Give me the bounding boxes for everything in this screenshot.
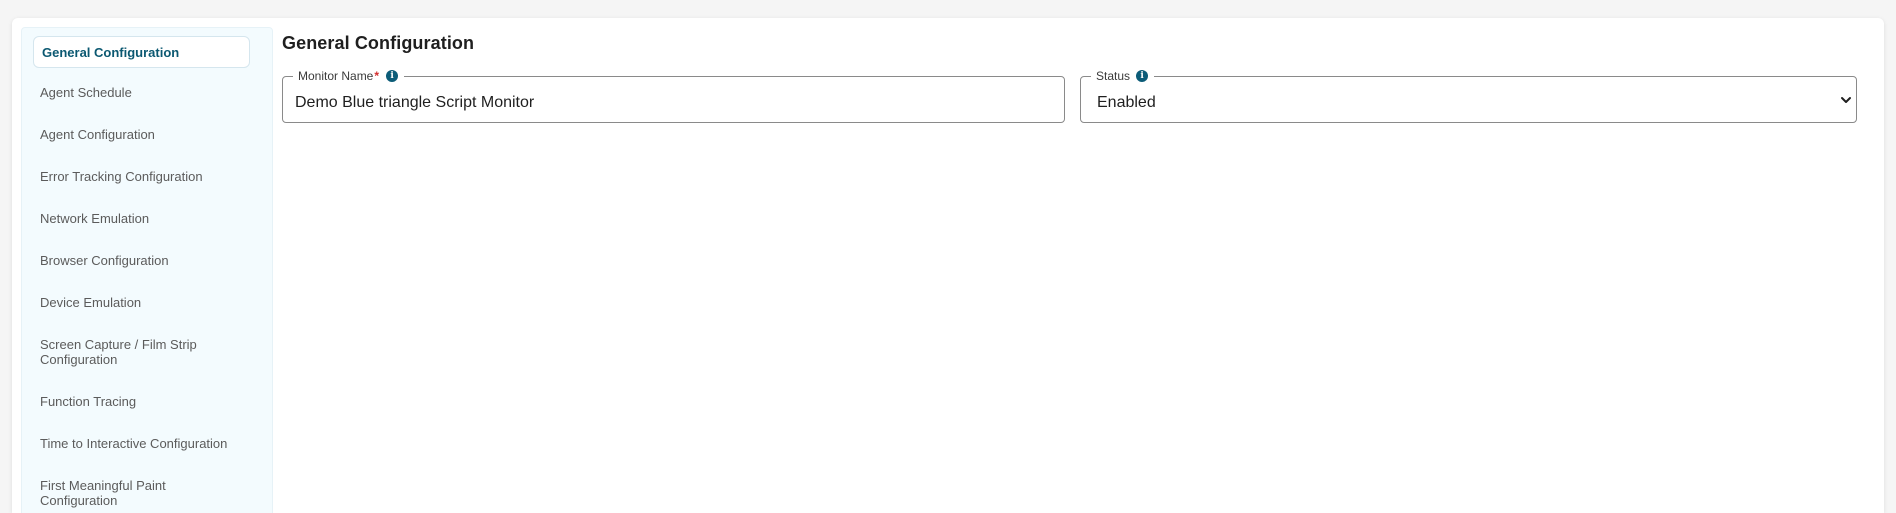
info-icon[interactable]: i xyxy=(386,70,399,82)
sidebar-item-label: Error Tracking Configuration xyxy=(40,169,203,184)
sidebar-item-label: Time to Interactive Configuration xyxy=(40,436,228,451)
chevron-down-icon xyxy=(1841,97,1851,103)
sidebar-item-agent-configuration[interactable]: Agent Configuration xyxy=(32,127,250,142)
sidebar-item-general-configuration[interactable]: General Configuration xyxy=(33,36,250,68)
sidebar-item-function-tracing[interactable]: Function Tracing xyxy=(32,394,250,409)
sidebar-item-error-tracking-configuration[interactable]: Error Tracking Configuration xyxy=(32,169,250,184)
sidebar-nav: General Configuration Agent Schedule Age… xyxy=(21,27,273,513)
monitor-name-field: Monitor Name * i xyxy=(282,69,1065,123)
sidebar-item-label: Browser Configuration xyxy=(40,253,169,268)
sidebar-item-time-to-interactive[interactable]: Time to Interactive Configuration xyxy=(32,436,250,451)
status-select[interactable]: Status i Enabled xyxy=(1080,69,1857,123)
configuration-card: General Configuration Agent Schedule Age… xyxy=(12,18,1884,513)
sidebar-item-label: First Meaningful Paint Configuration xyxy=(40,478,166,508)
status-selected-value: Enabled xyxy=(1097,94,1156,111)
sidebar-item-first-meaningful-paint[interactable]: First Meaningful Paint Configuration xyxy=(32,478,212,508)
sidebar-item-agent-schedule[interactable]: Agent Schedule xyxy=(32,85,250,100)
monitor-name-label-text: Monitor Name xyxy=(298,69,374,83)
sidebar-item-network-emulation[interactable]: Network Emulation xyxy=(32,211,250,226)
monitor-name-label: Monitor Name * i xyxy=(293,69,405,83)
sidebar-item-label: Network Emulation xyxy=(40,211,150,226)
required-mark: * xyxy=(374,69,380,83)
sidebar-item-browser-configuration[interactable]: Browser Configuration xyxy=(32,253,250,268)
status-label-text: Status xyxy=(1096,69,1131,83)
sidebar-item-label: General Configuration xyxy=(42,44,180,60)
status-label: Status i xyxy=(1091,69,1155,83)
sidebar-item-label: Function Tracing xyxy=(40,394,137,409)
monitor-name-input[interactable] xyxy=(295,93,1055,113)
sidebar-item-label: Agent Schedule xyxy=(40,85,132,100)
sidebar-item-label: Screen Capture / Film Strip Configuratio… xyxy=(40,337,197,367)
sidebar-item-label: Agent Configuration xyxy=(40,127,155,142)
sidebar-item-screen-capture-film-strip[interactable]: Screen Capture / Film Strip Configuratio… xyxy=(32,337,222,367)
sidebar-item-label: Device Emulation xyxy=(40,295,142,310)
info-icon[interactable]: i xyxy=(1136,70,1149,82)
sidebar-item-device-emulation[interactable]: Device Emulation xyxy=(32,295,250,310)
page-title: General Configuration xyxy=(282,33,475,53)
